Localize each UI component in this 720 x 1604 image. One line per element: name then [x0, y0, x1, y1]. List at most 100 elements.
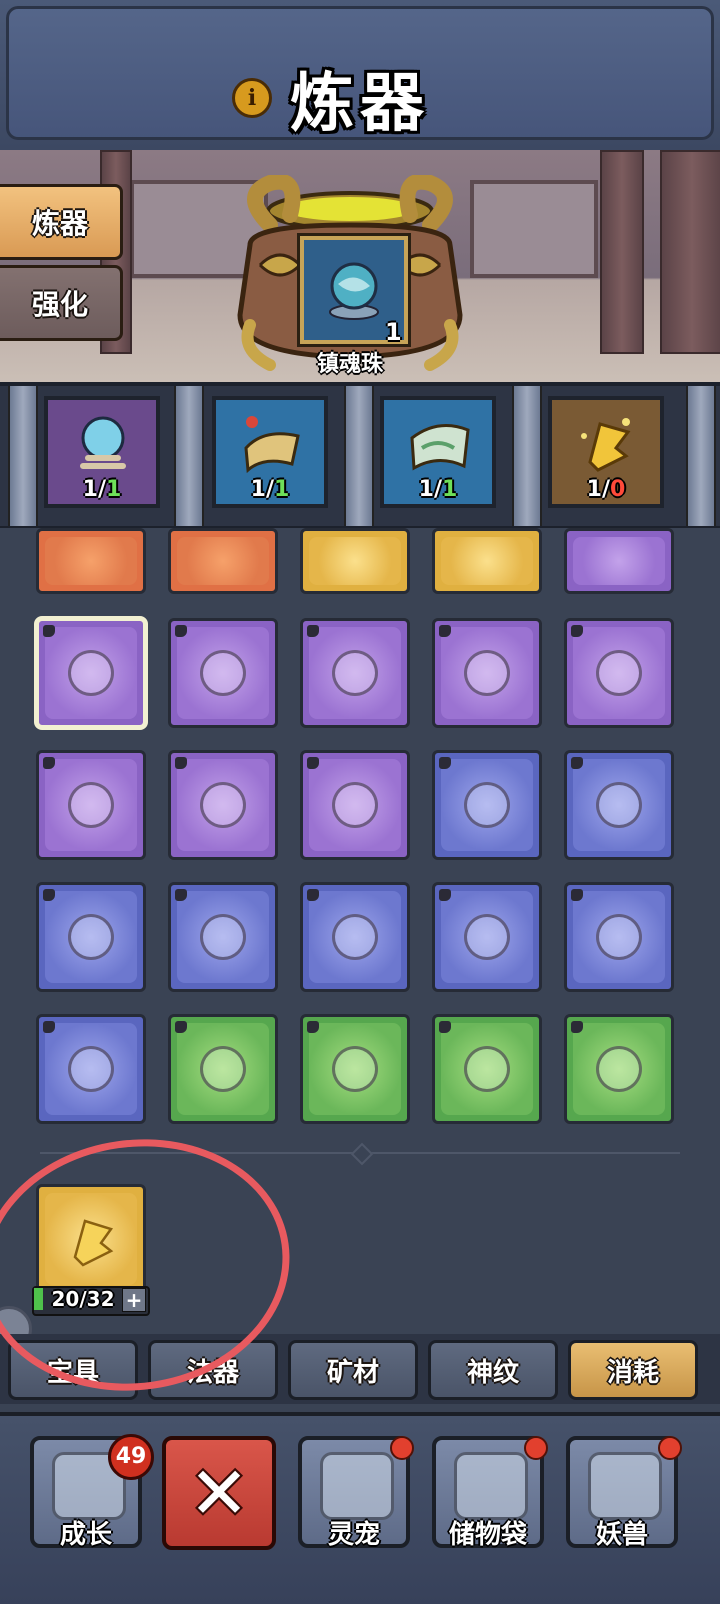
spirit-pet-icon [320, 1452, 394, 1520]
inventory-item[interactable] [300, 750, 410, 860]
storage-bag-icon [454, 1452, 528, 1520]
inventory-item[interactable] [564, 750, 674, 860]
item-tag-icon [571, 625, 583, 637]
item-icon [68, 782, 114, 828]
red-dot-indicator [524, 1436, 548, 1460]
inventory-item[interactable] [564, 618, 674, 728]
item-tag-icon [571, 1021, 583, 1033]
nav-growth-label: 成长 [59, 1520, 112, 1550]
item-background [573, 537, 665, 585]
inventory-item-partial[interactable] [432, 528, 542, 594]
material-count: 1/1 [82, 477, 122, 502]
red-dot-indicator [390, 1436, 414, 1460]
tab-rune[interactable]: 神纹 [428, 1340, 558, 1400]
item-icon [332, 1046, 378, 1092]
side-tab-forge[interactable]: 炼器 [0, 184, 123, 260]
inventory-item[interactable] [36, 750, 146, 860]
scene-pillar [600, 150, 644, 354]
inventory-item[interactable] [432, 1014, 542, 1124]
item-icon [200, 782, 246, 828]
inventory-item[interactable] [432, 750, 542, 860]
inventory-item-partial[interactable] [36, 528, 146, 594]
nav-spirit-pet-label: 灵宠 [327, 1520, 380, 1550]
shelf-post [344, 386, 374, 526]
item-tag-icon [175, 889, 187, 901]
inventory-item[interactable] [300, 882, 410, 992]
material-slot-3[interactable]: 1/1 [380, 396, 496, 508]
item-tag-icon [439, 889, 451, 901]
material-count: 1/1 [250, 477, 290, 502]
item-tag-icon [307, 625, 319, 637]
material-count: 1/1 [418, 477, 458, 502]
tab-consumable[interactable]: 消耗 [568, 1340, 698, 1400]
item-tag-icon [43, 757, 55, 769]
page-title: 炼器 [290, 67, 430, 141]
inventory-item[interactable] [432, 882, 542, 992]
item-tag-icon [175, 1021, 187, 1033]
item-tag-icon [307, 1021, 319, 1033]
notification-badge: 49 [108, 1434, 154, 1480]
material-slot-1[interactable]: 1/1 [44, 396, 160, 508]
item-tag-icon [307, 757, 319, 769]
item-tag-icon [43, 1021, 55, 1033]
inventory-item[interactable] [36, 618, 146, 728]
demon-beast-icon [588, 1452, 662, 1520]
inventory-item[interactable] [168, 1014, 278, 1124]
inventory-item[interactable] [432, 618, 542, 728]
inventory-item[interactable] [36, 1014, 146, 1124]
map-scroll-icon [410, 424, 470, 471]
scene-pillar [660, 150, 720, 354]
item-tag-icon [439, 625, 451, 637]
item-tag-icon [439, 1021, 451, 1033]
item-background [177, 537, 269, 585]
item-icon [596, 782, 642, 828]
inventory-item-partial[interactable] [168, 528, 278, 594]
inventory-item[interactable] [300, 1014, 410, 1124]
inventory-item[interactable] [168, 618, 278, 728]
inventory-item[interactable] [564, 1014, 674, 1124]
inventory-item[interactable] [36, 882, 146, 992]
shelf-post [686, 386, 716, 526]
item-icon [68, 650, 114, 696]
item-tag-icon [175, 625, 187, 637]
item-background [45, 537, 137, 585]
item-icon [464, 650, 510, 696]
item-tag-icon [571, 889, 583, 901]
inventory-item-partial[interactable] [300, 528, 410, 594]
item-tag-icon [307, 889, 319, 901]
item-icon [596, 1046, 642, 1092]
red-dot-indicator [658, 1436, 682, 1460]
item-icon [464, 1046, 510, 1092]
side-tab-enhance[interactable]: 强化 [0, 265, 123, 341]
tab-ore[interactable]: 矿材 [288, 1340, 418, 1400]
close-icon[interactable]: ✕ [162, 1436, 276, 1550]
inventory-item-partial[interactable] [564, 528, 674, 594]
inventory-item[interactable] [168, 882, 278, 992]
inventory-item[interactable] [300, 618, 410, 728]
golden-talisman-icon [581, 418, 631, 472]
shelf-post [174, 386, 204, 526]
forge-result-count: 1 [385, 318, 402, 346]
crystal-orb-icon [80, 416, 126, 469]
inventory-item[interactable] [564, 882, 674, 992]
item-icon [200, 650, 246, 696]
item-tag-icon [571, 757, 583, 769]
item-icon [596, 914, 642, 960]
inventory-item[interactable] [168, 750, 278, 860]
item-icon [332, 650, 378, 696]
item-background [441, 537, 533, 585]
shelf-post [512, 386, 542, 526]
item-icon [332, 782, 378, 828]
item-icon [332, 914, 378, 960]
item-background [309, 537, 401, 585]
material-count: 1/0 [586, 477, 626, 502]
item-icon [200, 1046, 246, 1092]
material-slot-2[interactable]: 1/1 [212, 396, 328, 508]
shelf-post [8, 386, 38, 526]
item-icon [68, 914, 114, 960]
item-tag-icon [175, 757, 187, 769]
item-tag-icon [43, 889, 55, 901]
nav-demon-beast-label: 妖兽 [595, 1520, 648, 1550]
material-slot-4[interactable]: 1/0 [548, 396, 664, 508]
forge-result-name: 镇魂珠 [316, 352, 383, 377]
